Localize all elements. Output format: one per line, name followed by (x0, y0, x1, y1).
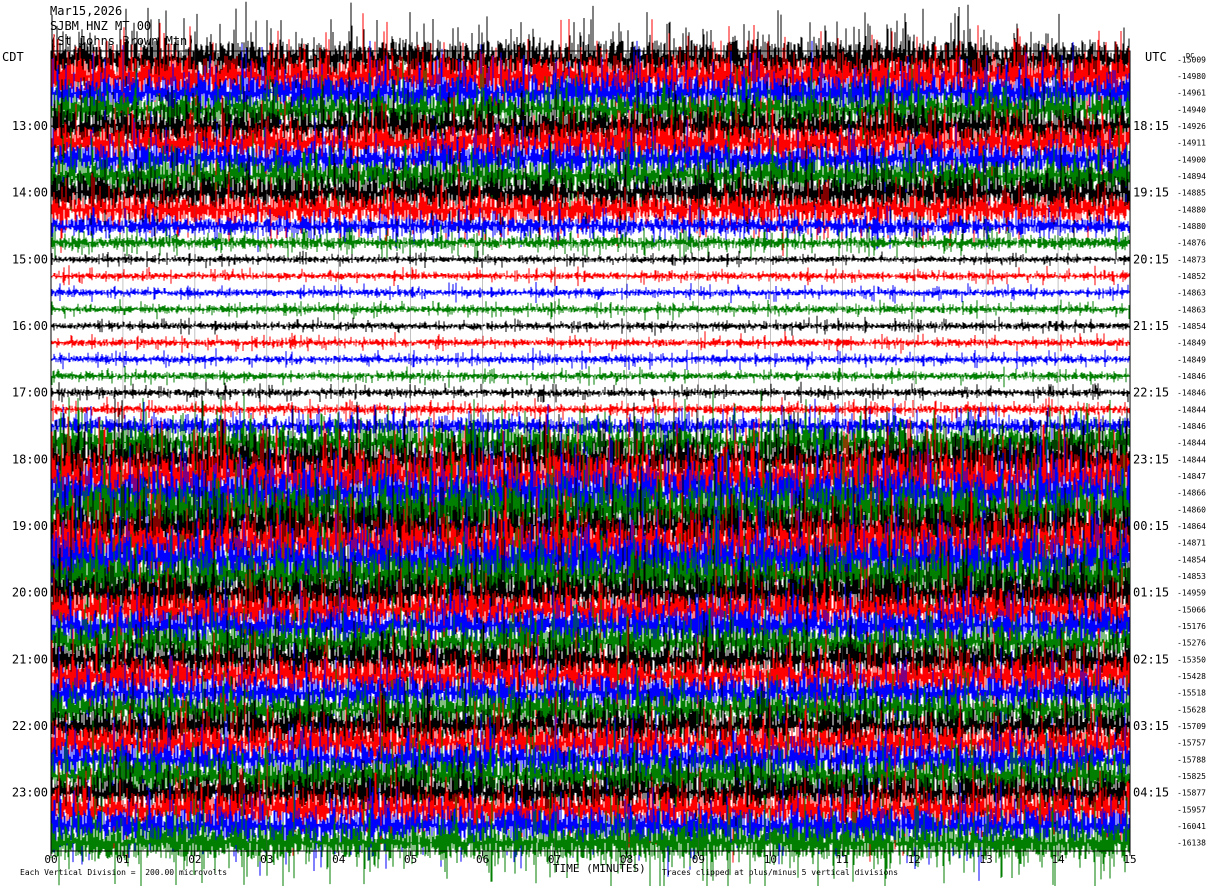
left-hour-label: 19:00 (12, 519, 48, 533)
dc-offset-label: -15957 (1177, 805, 1206, 814)
seismic-trace (50, 366, 1131, 388)
dc-offset-label: -14940 (1177, 105, 1206, 114)
x-tick-label: 10 (764, 853, 777, 866)
dc-offset-label: -15350 (1177, 655, 1206, 664)
dc-offset-label: -14854 (1177, 555, 1206, 564)
dc-offset-label: -14846 (1177, 389, 1206, 398)
left-hour-label: 18:00 (12, 452, 48, 466)
left-hour-labels: 13:00 14:00 15:00 16:00 17:00 18:00 19:00 20:00… (12, 119, 48, 800)
dc-offset-label: -15066 (1177, 605, 1206, 614)
dc-offset-label: -16041 (1177, 822, 1206, 831)
dc-offset-label: -14894 (1177, 172, 1206, 181)
dc-offset-label: -14853 (1177, 572, 1206, 581)
dc-offset-label: -14854 (1177, 322, 1206, 331)
seismic-trace (50, 381, 1131, 404)
helicorder-plot: 00 01 02 03 04 05 06 07 08 09 10 11 12 13 14 15 13:0014… (12, 1, 1206, 886)
dc-offset-label: -14880 (1177, 222, 1206, 231)
dc-offset-label: -14852 (1177, 272, 1206, 281)
dc-offset-label: -14980 (1177, 72, 1206, 81)
dc-offset-label: -15757 (1177, 739, 1206, 748)
dc-offset-label: -14885 (1177, 189, 1206, 198)
seismic-trace (50, 331, 1131, 354)
x-tick-label: 06 (476, 853, 489, 866)
x-tick-label: 12 (908, 853, 921, 866)
x-tick-label: 15 (1123, 853, 1136, 866)
dc-offset-label: -14864 (1177, 522, 1206, 531)
dc-offset-label: -15709 (1177, 722, 1206, 731)
x-tick-label: 13 (980, 853, 993, 866)
left-hour-label: 23:00 (12, 786, 48, 800)
dc-offset-label: -14926 (1177, 122, 1206, 131)
x-tick-label: 04 (332, 853, 346, 866)
seismic-trace (50, 265, 1131, 287)
footer-scale: Each Vertical Division = 200.00 microvol… (20, 868, 228, 877)
footer-clip: Traces clipped at plus/minus 5 vertical … (662, 868, 899, 877)
left-hour-label: 16:00 (12, 319, 48, 333)
dc-offset-label: -14866 (1177, 489, 1206, 498)
dc-offset-label: -15788 (1177, 755, 1206, 764)
dc-offset-label: -14844 (1177, 439, 1206, 448)
dc-offset-label: -14880 (1177, 205, 1206, 214)
dc-offset-label: -14844 (1177, 405, 1206, 414)
x-tick-label: 09 (692, 853, 705, 866)
dc-offset-label: -14863 (1177, 305, 1206, 314)
x-tick-label: 03 (260, 853, 273, 866)
left-hour-label: 15:00 (12, 252, 48, 266)
dc-offset-label: -14846 (1177, 422, 1206, 431)
dc-offset-label: -14876 (1177, 239, 1206, 248)
dc-offset-label: -14849 (1177, 339, 1206, 348)
x-tick-label: 02 (188, 853, 201, 866)
dc-offset-label: -14860 (1177, 505, 1206, 514)
dc-offset-label: -14847 (1177, 472, 1206, 481)
left-hour-label: 21:00 (12, 652, 48, 666)
dc-offset-label: -14961 (1177, 89, 1206, 98)
left-hour-label: 14:00 (12, 186, 48, 200)
dc-offset-label: -14844 (1177, 455, 1206, 464)
dc-offset-label: -14873 (1177, 255, 1206, 264)
dc-offset-label: -14871 (1177, 539, 1206, 548)
x-tick-label: 00 (44, 853, 57, 866)
dc-offset-label: -16138 (1177, 839, 1206, 848)
dc-offset-label: -14863 (1177, 289, 1206, 298)
dc-offset-label: -15877 (1177, 789, 1206, 798)
seismic-trace (50, 250, 1131, 269)
left-hour-label: 22:00 (12, 719, 48, 733)
dc-unit-label: DC (1186, 52, 1194, 60)
dc-offset-label: -15428 (1177, 672, 1206, 681)
x-tick-label: 11 (836, 853, 849, 866)
left-hour-label: 17:00 (12, 386, 48, 400)
dc-offset-label: -14900 (1177, 155, 1206, 164)
dc-offset-label: -15176 (1177, 622, 1206, 631)
seismic-trace (50, 282, 1131, 304)
dc-offset-label: -14846 (1177, 372, 1206, 381)
dc-offset-label: -14911 (1177, 139, 1206, 148)
x-tick-label: 05 (404, 853, 417, 866)
trace-group (50, 1, 1131, 886)
x-axis-title: TIME (MINUTES) (553, 862, 646, 875)
x-tick-label: 14 (1051, 853, 1065, 866)
x-tick-label: 01 (116, 853, 129, 866)
dc-offset-label: -15628 (1177, 705, 1206, 714)
dc-offset-label: -15825 (1177, 772, 1206, 781)
dc-offset-label: -14959 (1177, 589, 1206, 598)
dc-offset-label: -15276 (1177, 639, 1206, 648)
seismic-trace (50, 315, 1131, 336)
dc-offset-label: -14849 (1177, 355, 1206, 364)
seismic-trace (50, 298, 1131, 321)
dc-offset-label: -15518 (1177, 689, 1206, 698)
left-hour-label: 13:00 (12, 119, 48, 133)
left-hour-label: 20:00 (12, 586, 48, 600)
